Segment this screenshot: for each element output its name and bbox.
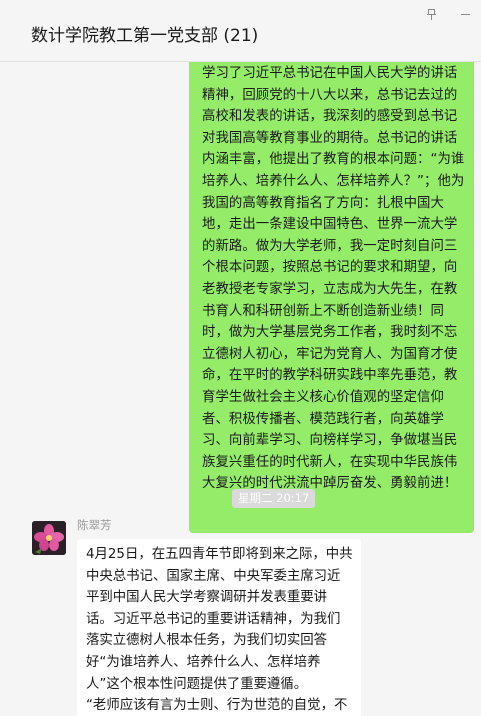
incoming-message-bubble[interactable]: 4月25日，在五四青年节即将到来之际，中共中央总书记、国家主席、中央军委主席习近… <box>77 539 361 716</box>
minimize-button[interactable] <box>455 4 475 24</box>
title-bar: 数计学院教工第一党支部 (21) <box>0 0 481 62</box>
chat-window: 数计学院教工第一党支部 (21) 学习了习近平总书记在中国人民大学的讲话精神，回… <box>0 0 481 716</box>
pin-icon <box>426 9 436 20</box>
sender-avatar[interactable] <box>32 521 66 555</box>
outgoing-message-bubble[interactable]: 学习了习近平总书记在中国人民大学的讲话精神，回顾党的十八大以来，总书记去过的高校… <box>189 62 474 533</box>
pin-button[interactable] <box>421 4 441 24</box>
time-separator: 星期二 20:17 <box>232 489 316 508</box>
flower-avatar-icon <box>32 521 66 555</box>
sender-name: 陈翠芳 <box>77 518 112 532</box>
chat-title[interactable]: 数计学院教工第一党支部 (21) <box>31 24 258 48</box>
message-list[interactable]: 学习了习近平总书记在中国人民大学的讲话精神，回顾党的十八大以来，总书记去过的高校… <box>0 62 481 716</box>
minimize-icon <box>460 14 470 15</box>
